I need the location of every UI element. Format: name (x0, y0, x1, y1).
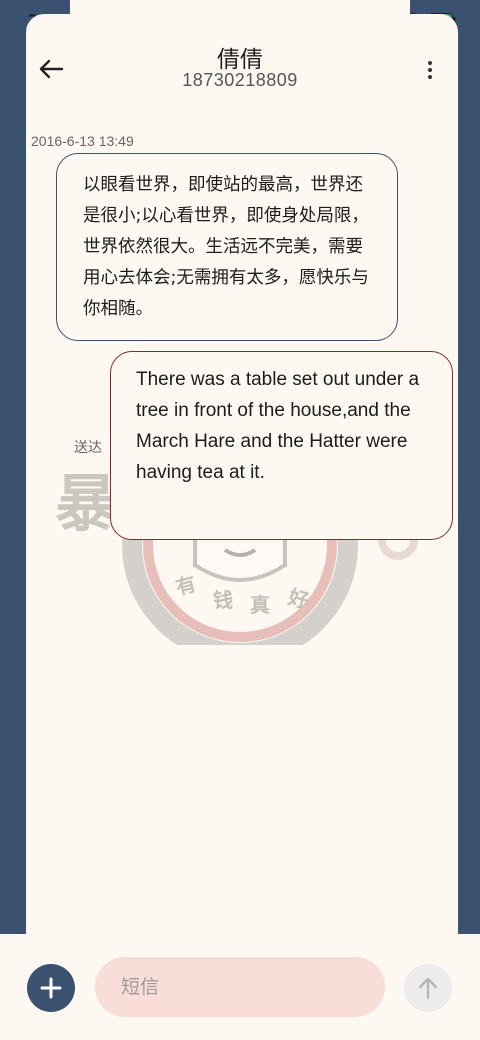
contact-name: 倩倩 (217, 47, 263, 73)
watermark-char-2: 有 (173, 571, 199, 599)
message-input[interactable] (95, 957, 385, 1017)
message-timestamp: 2016-6-13 13:49 (31, 133, 134, 149)
contact-phone-number: 18730218809 (182, 70, 298, 90)
watermark-char-3: 钱 (213, 588, 233, 612)
more-vertical-icon (428, 61, 432, 65)
watermark-char-4: 真 (250, 593, 270, 617)
sent-message-bubble[interactable]: There was a table set out under a tree i… (110, 351, 453, 540)
plus-icon (40, 977, 62, 999)
arrow-up-icon (418, 977, 438, 1000)
watermark-char-1: 暴 (55, 467, 117, 540)
delivery-status: 送达 (74, 440, 102, 456)
panel-notch (70, 0, 410, 14)
send-button[interactable] (404, 964, 452, 1012)
more-options-button[interactable] (416, 56, 444, 84)
received-message-bubble[interactable]: 以眼看世界，即使站的最高，世界还是很小;以心看世界，即使身处局限，世界依然很大。… (56, 153, 398, 341)
add-attachment-button[interactable] (27, 964, 75, 1012)
